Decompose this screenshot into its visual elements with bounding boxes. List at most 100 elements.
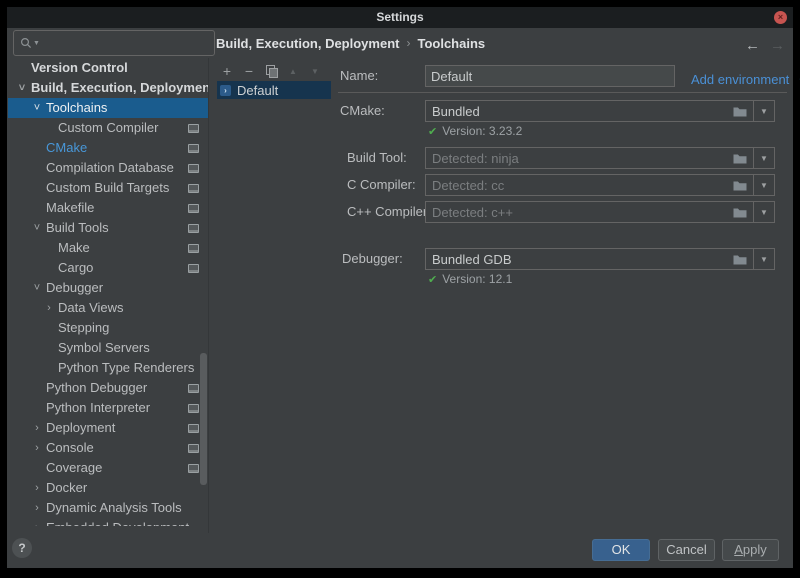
ok-button[interactable]: OK: [592, 539, 650, 561]
sidebar-item-coverage[interactable]: Coverage: [8, 458, 208, 478]
cmake-value: Bundled: [426, 104, 733, 119]
folder-icon[interactable]: [733, 106, 747, 117]
settings-dialog: Settings × ▼ Build, Execution, Deploymen…: [7, 7, 793, 568]
cmake-combo[interactable]: Bundled ▼: [425, 100, 775, 122]
sidebar-item-make[interactable]: Make: [8, 238, 208, 258]
move-up-icon: ▲: [289, 67, 297, 76]
forward-button[interactable]: →: [770, 37, 785, 54]
sidebar-item-label: Build Tools: [46, 218, 109, 238]
build-tool-value: Detected: ninja: [426, 151, 733, 166]
back-button[interactable]: ←: [745, 37, 760, 54]
move-down-button[interactable]: ▼: [307, 63, 323, 79]
sidebar-item-custom-compiler[interactable]: Custom Compiler: [8, 118, 208, 138]
folder-icon[interactable]: [733, 254, 747, 265]
chevron-down-icon[interactable]: ▼: [753, 202, 774, 222]
settings-tree: Version Control˅Build, Execution, Deploy…: [8, 58, 208, 526]
sidebar-item-label: Console: [46, 438, 94, 458]
chevron-right-icon[interactable]: ›: [32, 498, 42, 518]
sidebar-item-label: Docker: [46, 478, 87, 498]
breadcrumb-item-build-execution-deployment[interactable]: Build, Execution, Deployment: [216, 36, 399, 51]
chevron-right-icon[interactable]: ›: [44, 298, 54, 318]
sidebar-item-dynamic-analysis-tools[interactable]: ›Dynamic Analysis Tools: [8, 498, 208, 518]
sidebar-item-version-control[interactable]: Version Control: [8, 58, 208, 78]
add-button[interactable]: +: [219, 63, 235, 79]
chevron-down-icon[interactable]: ˅: [32, 98, 42, 118]
remove-button[interactable]: −: [241, 63, 257, 79]
breadcrumb-separator-icon: ›: [406, 36, 410, 50]
sidebar-item-makefile[interactable]: Makefile: [8, 198, 208, 218]
project-scope-icon: [188, 184, 199, 193]
project-scope-icon: [188, 464, 199, 473]
sidebar-item-label: Build, Execution, Deployment: [31, 78, 208, 98]
sidebar-item-custom-build-targets[interactable]: Custom Build Targets: [8, 178, 208, 198]
c-compiler-value: Detected: c++: [426, 205, 733, 220]
sidebar-item-python-interpreter[interactable]: Python Interpreter: [8, 398, 208, 418]
sidebar-item-docker[interactable]: ›Docker: [8, 478, 208, 498]
sidebar-item-deployment[interactable]: ›Deployment: [8, 418, 208, 438]
chevron-down-icon[interactable]: ▼: [753, 101, 774, 121]
c-compiler-combo[interactable]: Detected: c++ ▼: [425, 201, 775, 223]
sidebar-item-label: Make: [58, 238, 90, 258]
help-button[interactable]: ?: [12, 538, 32, 558]
project-scope-icon: [188, 124, 199, 133]
c-compiler-combo[interactable]: Detected: cc ▼: [425, 174, 775, 196]
sidebar-item-python-debugger[interactable]: Python Debugger: [8, 378, 208, 398]
settings-search[interactable]: ▼: [13, 30, 215, 56]
chevron-down-icon[interactable]: ▼: [753, 148, 774, 168]
c-compiler-label: C++ Compiler:: [347, 201, 431, 223]
folder-icon[interactable]: [733, 153, 747, 164]
sidebar-item-cmake[interactable]: CMake: [8, 138, 208, 158]
sidebar-item-debugger[interactable]: ˅Debugger: [8, 278, 208, 298]
sidebar-item-build-execution-deployment[interactable]: ˅Build, Execution, Deployment: [8, 78, 208, 98]
project-scope-icon: [188, 224, 199, 233]
sidebar-scrollbar[interactable]: [200, 353, 207, 485]
chevron-right-icon[interactable]: ›: [32, 438, 42, 458]
sidebar-item-python-type-renderers[interactable]: Python Type Renderers: [8, 358, 208, 378]
chevron-down-icon[interactable]: ˅: [32, 278, 42, 298]
toolchain-list-item-default[interactable]: › Default: [217, 81, 331, 99]
sidebar-item-embedded-development[interactable]: ›Embedded Development: [8, 518, 208, 526]
titlebar[interactable]: Settings ×: [7, 7, 793, 28]
sidebar-item-toolchains[interactable]: ˅Toolchains: [8, 98, 208, 118]
sidebar-item-label: Python Interpreter: [46, 398, 150, 418]
search-history-chevron-icon[interactable]: ▼: [33, 40, 40, 47]
sidebar-item-console[interactable]: ›Console: [8, 438, 208, 458]
breadcrumb-item-toolchains[interactable]: Toolchains: [417, 36, 485, 51]
sidebar-item-label: Version Control: [31, 58, 128, 78]
project-scope-icon: [188, 444, 199, 453]
close-button[interactable]: ×: [774, 11, 787, 24]
project-scope-icon: [188, 424, 199, 433]
chevron-right-icon[interactable]: ›: [32, 418, 42, 438]
sidebar-item-build-tools[interactable]: ˅Build Tools: [8, 218, 208, 238]
apply-button[interactable]: Apply: [722, 539, 779, 561]
chevron-down-icon[interactable]: ˅: [32, 218, 42, 238]
search-input[interactable]: [40, 36, 214, 50]
copy-button[interactable]: [263, 63, 279, 79]
check-icon: ✔: [428, 126, 437, 138]
cancel-button[interactable]: Cancel: [658, 539, 715, 561]
check-icon: ✔: [428, 274, 437, 286]
debugger-value: Bundled GDB: [426, 252, 733, 267]
build-tool-combo[interactable]: Detected: ninja ▼: [425, 147, 775, 169]
chevron-down-icon[interactable]: ▼: [753, 175, 774, 195]
sidebar-divider: [208, 58, 209, 533]
debugger-combo[interactable]: Bundled GDB ▼: [425, 248, 775, 270]
folder-icon[interactable]: [733, 180, 747, 191]
chevron-right-icon[interactable]: ›: [32, 518, 42, 526]
sidebar-item-compilation-database[interactable]: Compilation Database: [8, 158, 208, 178]
chevron-down-icon[interactable]: ˅: [17, 78, 27, 98]
sidebar-item-label: Custom Compiler: [58, 118, 158, 138]
name-input[interactable]: [425, 65, 675, 87]
sidebar-item-data-views[interactable]: ›Data Views: [8, 298, 208, 318]
sidebar-item-label: Debugger: [46, 278, 103, 298]
move-up-button[interactable]: ▲: [285, 63, 301, 79]
add-environment-link[interactable]: Add environment ▼: [691, 69, 800, 91]
sidebar-item-symbol-servers[interactable]: Symbol Servers: [8, 338, 208, 358]
chevron-down-icon[interactable]: ▼: [753, 249, 774, 269]
sidebar-item-label: Cargo: [58, 258, 93, 278]
c-compiler-value: Detected: cc: [426, 178, 733, 193]
sidebar-item-cargo[interactable]: Cargo: [8, 258, 208, 278]
chevron-right-icon[interactable]: ›: [32, 478, 42, 498]
folder-icon[interactable]: [733, 207, 747, 218]
sidebar-item-stepping[interactable]: Stepping: [8, 318, 208, 338]
